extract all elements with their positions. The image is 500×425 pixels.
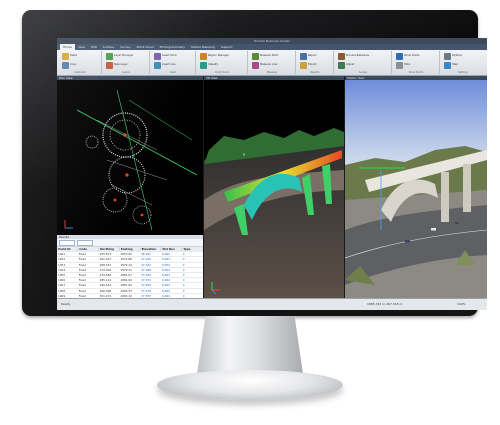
terrain-surface <box>204 142 344 298</box>
new-layer-label[interactable]: New Layer <box>114 63 128 66</box>
vehicle <box>431 228 436 231</box>
classify-label[interactable]: Classify <box>208 63 218 66</box>
measure-point-label[interactable]: Measure Point <box>260 54 278 57</box>
ribbon-group-caption: Insert <box>169 71 177 74</box>
ribbon-group-caption: Survey <box>358 71 368 74</box>
new-layer-icon[interactable] <box>106 62 113 69</box>
layer-manager-label[interactable]: Layer Manager <box>114 54 133 57</box>
region-manager-label[interactable]: Region Manager <box>208 54 229 57</box>
report-icon[interactable] <box>300 53 307 60</box>
ribbon-group-show-points: Show Points Hide Show Points <box>393 51 440 74</box>
ribbon-group-survey: Process Baselines Adjust Survey <box>335 51 392 74</box>
show-points-icon[interactable] <box>396 53 403 60</box>
results-table-body: 1001 Fixed 245.613 1870.05 36.941 0.002 C 1002 F… <box>57 251 203 298</box>
ribbon-group-layers: Layer Manager New Layer Layers <box>103 51 150 74</box>
results-pane: Results Point ID Code Northing Easting E… <box>57 235 203 298</box>
classify-icon[interactable] <box>200 62 207 69</box>
3d-view-pane[interactable]: 3D View <box>204 76 344 298</box>
station-view-pane[interactable]: Station View <box>345 76 487 298</box>
show-points-label[interactable]: Show Points <box>404 54 420 57</box>
ribbon-group-caption: Measure <box>266 71 278 74</box>
insert-line-icon[interactable] <box>154 62 161 69</box>
paste-icon[interactable] <box>62 53 69 60</box>
station-view-canvas[interactable] <box>345 80 487 298</box>
results-toolbar <box>57 239 203 247</box>
results-table: Point ID Code Northing Easting Elevation… <box>57 247 203 298</box>
ribbon-group-caption: Layers <box>122 71 130 74</box>
ribbon-group-measure: Measure Point Measure Line Measure <box>249 51 296 74</box>
status-text: Ready <box>61 302 71 306</box>
ribbon-group-clipboard: Paste Copy Clipboard <box>59 51 102 74</box>
hide-icon[interactable] <box>396 62 403 69</box>
ribbon-group-caption: Settings <box>458 71 468 74</box>
app-title: Trimble Business Center <box>253 39 291 43</box>
filter-field[interactable] <box>59 240 75 246</box>
export-label[interactable]: Export <box>308 63 317 66</box>
vehicle <box>405 240 410 243</box>
alignment-line <box>76 109 198 176</box>
station-markers <box>113 133 144 217</box>
ribbon-group-caption: Point Cloud <box>215 71 229 74</box>
scan-cluster <box>85 112 168 225</box>
export-icon[interactable] <box>300 62 307 69</box>
plan-view-pane[interactable]: Plan View <box>57 76 203 235</box>
ribbon-group-settings: Options Help Settings <box>441 51 485 74</box>
insert-point-label[interactable]: Insert Point <box>162 54 177 57</box>
bridge-pier <box>463 164 471 212</box>
insert-point-icon[interactable] <box>154 53 161 60</box>
ribbon-group-point-cloud: Region Manager Classify Point Cloud <box>197 51 248 74</box>
copy-button-label[interactable]: Copy <box>70 63 77 66</box>
monitor-screen: Trimble Business Center Home View Edit S… <box>57 38 487 310</box>
monitor-stand-base <box>157 370 343 400</box>
layer-manager-icon[interactable] <box>106 53 113 60</box>
alignment-line <box>128 99 193 141</box>
coordinate-readout: 1885.742 m 267.318 m <box>367 302 403 306</box>
3d-view-canvas[interactable] <box>204 80 344 298</box>
help-icon[interactable] <box>444 62 451 69</box>
insert-line-label[interactable]: Insert Line <box>162 63 176 66</box>
plan-view-canvas[interactable] <box>57 80 203 235</box>
monitor-bezel: Trimble Business Center Home View Edit S… <box>22 10 487 316</box>
options-label[interactable]: Options <box>452 54 462 57</box>
adjust-label[interactable]: Adjust <box>346 63 354 66</box>
bridge-pier <box>441 172 449 222</box>
measure-line-label[interactable]: Measure Line <box>260 63 277 66</box>
ribbon-group-caption: Show Points <box>408 71 424 74</box>
vehicle <box>455 222 459 224</box>
ribbon-group-insert: Insert Point Insert Line Insert <box>151 51 196 74</box>
process-baselines-label[interactable]: Process Baselines <box>346 54 369 57</box>
report-label[interactable]: Report <box>308 54 317 57</box>
adjust-icon[interactable] <box>338 62 345 69</box>
gear-icon[interactable] <box>444 53 451 60</box>
sort-field[interactable] <box>77 240 93 246</box>
process-baselines-icon[interactable] <box>338 53 345 60</box>
hide-label[interactable]: Hide <box>404 63 410 66</box>
paste-button-label[interactable]: Paste <box>70 54 77 57</box>
help-label[interactable]: Help <box>452 63 458 66</box>
ribbon-group-caption: Reports <box>310 71 320 74</box>
measure-point-icon[interactable] <box>252 53 259 60</box>
ribbon-group-reports: Report Export Reports <box>297 51 334 74</box>
ribbon-group-caption: Clipboard <box>74 71 86 74</box>
region-manager-icon[interactable] <box>200 53 207 60</box>
monitor-stand-neck <box>197 316 303 374</box>
measure-line-icon[interactable] <box>252 62 259 69</box>
zoom-level[interactable]: 100% <box>457 302 466 306</box>
axis-indicator <box>64 220 73 229</box>
ribbon: Paste Copy Clipboard Layer Manager New L… <box>57 50 487 76</box>
status-bar: Ready 1885.742 m 267.318 m 100% <box>57 298 487 310</box>
copy-icon[interactable] <box>62 62 69 69</box>
